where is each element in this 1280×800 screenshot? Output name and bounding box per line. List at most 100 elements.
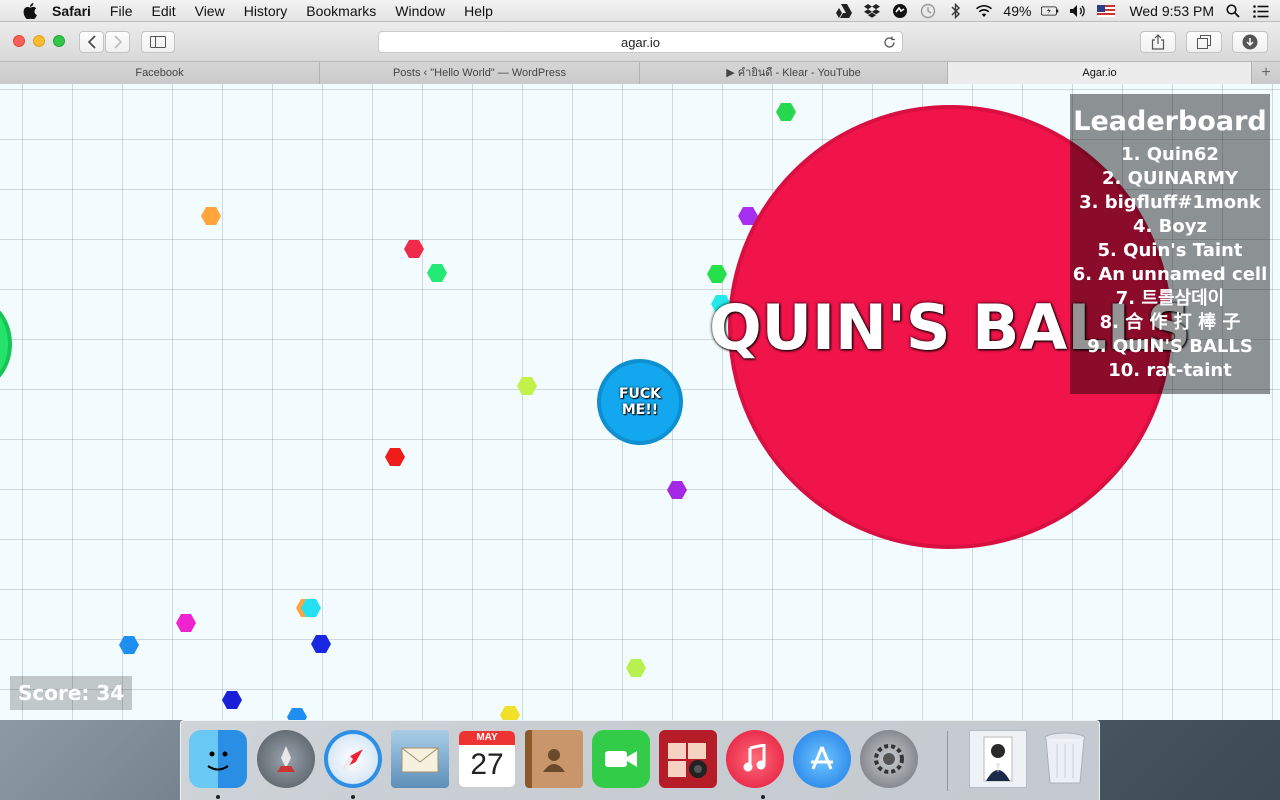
food-pellet <box>626 659 646 677</box>
tab-facebook[interactable]: Facebook <box>0 62 320 84</box>
menu-bookmarks[interactable]: Bookmarks <box>306 0 376 22</box>
food-pellet <box>311 635 331 653</box>
leaderboard-entry: 5. Quin's Taint <box>1097 240 1243 261</box>
leaderboard-entry: 10. rat-taint <box>1108 360 1232 381</box>
mail-icon[interactable] <box>391 730 449 788</box>
input-source-flag-icon[interactable] <box>1097 5 1116 17</box>
food-pellet <box>385 448 405 466</box>
download-icon <box>1242 34 1258 50</box>
battery-icon[interactable] <box>1041 3 1059 19</box>
reload-icon[interactable] <box>881 34 897 50</box>
trash-icon[interactable] <box>1036 730 1094 788</box>
score-display: Score: 34 <box>10 676 133 710</box>
leaderboard-entry: 2. QUINARMY <box>1101 168 1239 189</box>
time-machine-icon[interactable] <box>919 3 937 19</box>
fullscreen-window-button[interactable] <box>53 35 65 47</box>
photo-booth-icon[interactable] <box>659 730 717 788</box>
leaderboard: Leaderboard 1. Quin62 2. QUINARMY 3. big… <box>1070 94 1270 394</box>
dock-separator <box>947 731 948 791</box>
food-pellet <box>707 265 727 283</box>
notification-center-icon[interactable] <box>1252 3 1270 19</box>
menu-file[interactable]: File <box>110 0 133 22</box>
player-cell: FUCK ME!! <box>597 359 683 445</box>
tab-youtube[interactable]: ▶ คำยินดี - Klear - YouTube <box>640 62 948 84</box>
downloads-button[interactable] <box>1232 31 1268 53</box>
bluetooth-icon[interactable] <box>947 3 965 19</box>
enemy-cell-edge <box>0 299 12 389</box>
tab-overview-button[interactable] <box>1186 31 1222 53</box>
dropbox-icon[interactable] <box>863 3 881 19</box>
leaderboard-entry: 9. QUIN'S BALLS <box>1087 336 1253 357</box>
tab-wordpress[interactable]: Posts ‹ "Hello World" — WordPress <box>320 62 640 84</box>
safari-icon[interactable] <box>324 730 382 788</box>
app-store-icon[interactable] <box>793 730 851 788</box>
share-icon <box>1151 34 1165 50</box>
food-pellet <box>500 706 520 720</box>
battery-percent[interactable]: 49% <box>1003 3 1031 19</box>
volume-icon[interactable] <box>1069 3 1087 19</box>
food-pellet <box>517 377 537 395</box>
chevron-right-icon <box>113 35 122 49</box>
forward-button[interactable] <box>105 31 130 53</box>
menu-history[interactable]: History <box>244 0 288 22</box>
menubar-clock[interactable]: Wed 9:53 PM <box>1129 3 1214 19</box>
food-pellet <box>176 614 196 632</box>
food-pellet <box>667 481 687 499</box>
player-cell-name: FUCK ME!! <box>618 386 662 418</box>
game-canvas[interactable]: QUIN'S BALLS FUCK ME!! Leaderboard 1. Qu… <box>0 84 1280 720</box>
address-bar[interactable]: agar.io <box>378 31 903 53</box>
sidebar-toggle-button[interactable] <box>141 31 175 53</box>
menu-safari[interactable]: Safari <box>52 0 91 22</box>
itunes-icon[interactable] <box>726 730 784 788</box>
address-text: agar.io <box>620 34 661 50</box>
facetime-icon[interactable] <box>592 730 650 788</box>
chevron-left-icon <box>87 35 96 49</box>
preview-icon[interactable] <box>969 730 1027 788</box>
leaderboard-entry: 1. Quin62 <box>1121 144 1219 165</box>
calendar-icon[interactable]: MAY 27 <box>458 730 516 788</box>
sidebar-icon <box>150 36 166 48</box>
close-window-button[interactable] <box>13 35 25 47</box>
back-button[interactable] <box>79 31 104 53</box>
tab-bar: Facebook Posts ‹ "Hello World" — WordPre… <box>0 62 1280 84</box>
menu-window[interactable]: Window <box>395 0 445 22</box>
menu-help[interactable]: Help <box>464 0 493 22</box>
share-button[interactable] <box>1140 31 1176 53</box>
minimize-window-button[interactable] <box>33 35 45 47</box>
launchpad-icon[interactable] <box>257 730 315 788</box>
new-tab-button[interactable]: + <box>1252 62 1280 84</box>
google-drive-icon[interactable] <box>835 3 853 19</box>
leaderboard-entry: 8. 合 作 打 棒 子 <box>1099 312 1241 333</box>
tabs-icon <box>1197 35 1211 49</box>
food-pellet <box>119 636 139 654</box>
browser-toolbar: agar.io <box>0 22 1280 62</box>
food-pellet <box>776 103 796 121</box>
leaderboard-entry: 4. Boyz <box>1133 216 1207 237</box>
food-pellet <box>201 207 221 225</box>
food-pellet <box>222 691 242 709</box>
food-pellet <box>287 708 307 720</box>
dock: MAY 27 <box>180 720 1100 800</box>
spotlight-search-icon[interactable] <box>1224 3 1242 19</box>
food-pellet <box>427 264 447 282</box>
running-indicator <box>216 795 220 799</box>
finder-icon[interactable] <box>189 730 247 788</box>
contacts-icon[interactable] <box>525 730 583 788</box>
leaderboard-entry: 7. 트롤삼데이 <box>1115 288 1225 309</box>
running-indicator <box>761 795 765 799</box>
sync-status-icon[interactable] <box>891 3 909 19</box>
system-preferences-icon[interactable] <box>860 730 918 788</box>
leaderboard-entry: 3. bigfluff#1monk <box>1079 192 1261 213</box>
menu-edit[interactable]: Edit <box>151 0 175 22</box>
food-pellet <box>404 240 424 258</box>
calendar-month: MAY <box>459 731 515 745</box>
menu-view[interactable]: View <box>195 0 225 22</box>
wifi-icon[interactable] <box>975 3 993 19</box>
calendar-day: 27 <box>470 748 504 781</box>
food-pellet <box>301 599 321 617</box>
tab-agario[interactable]: Agar.io <box>948 62 1252 84</box>
menu-bar: Safari File Edit View History Bookmarks … <box>0 0 1280 22</box>
apple-icon[interactable] <box>20 2 40 19</box>
running-indicator <box>351 795 355 799</box>
leaderboard-entry: 6. An unnamed cell <box>1072 264 1268 285</box>
